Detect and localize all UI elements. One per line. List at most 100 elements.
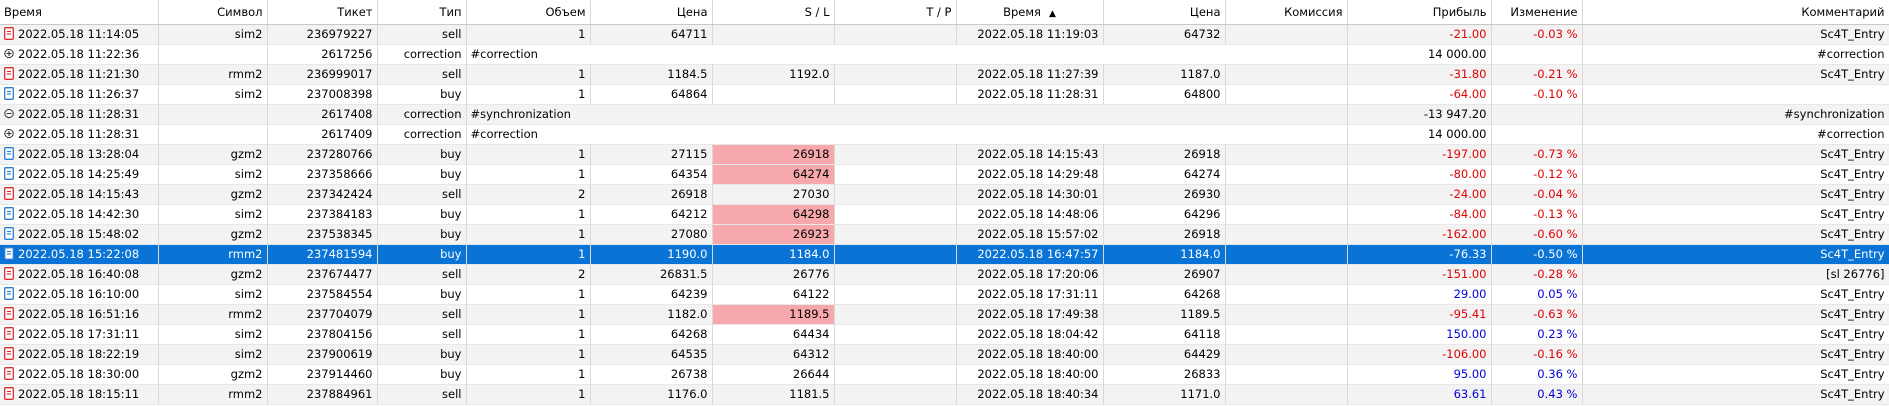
deposit-icon [4, 48, 14, 59]
cell-symbol [158, 44, 268, 64]
col-header-sl[interactable]: S / L [712, 0, 835, 25]
cell-change: 0.23 % [1491, 324, 1583, 344]
cell-tp [834, 304, 957, 324]
cell-ticket: 237804156 [267, 324, 378, 344]
cell-type: buy [377, 84, 467, 104]
cell-symbol [158, 104, 268, 124]
cell-type: buy [377, 224, 467, 244]
cell-time-open: 2022.05.18 16:10:00 [0, 284, 159, 304]
cell-type: sell [377, 24, 467, 44]
cell-profit: -21.00 [1347, 24, 1492, 44]
cell-change: -0.13 % [1491, 204, 1583, 224]
cell-tp [834, 324, 957, 344]
table-row[interactable]: 2022.05.18 18:22:19 sim2 237900619 buy 1 6453… [0, 344, 1889, 364]
cell-sl: 1181.5 [712, 384, 835, 404]
table-row[interactable]: 2022.05.18 16:10:00 sim2 237584554 buy 1 6423… [0, 284, 1889, 304]
table-row[interactable]: 2022.05.18 15:22:08 rmm2 237481594 buy 1 1190… [0, 244, 1889, 264]
cell-price-close: 1171.0 [1103, 384, 1226, 404]
cell-time-open: 2022.05.18 14:15:43 [0, 184, 159, 204]
table-row[interactable]: 2022.05.18 15:48:02 gzm2 237538345 buy 1 2708… [0, 224, 1889, 244]
cell-time-close: 2022.05.18 11:28:31 [956, 84, 1104, 104]
cell-time-close: 2022.05.18 11:19:03 [956, 24, 1104, 44]
col-header-symbol[interactable]: Символ [158, 0, 268, 25]
cell-time-close: 2022.05.18 18:40:00 [956, 344, 1104, 364]
table-row[interactable]: 2022.05.18 11:26:37 sim2 237008398 buy 1 6486… [0, 84, 1889, 104]
table-row[interactable]: 2022.05.18 13:28:04 gzm2 237280766 buy 1 2711… [0, 144, 1889, 164]
col-header-tp[interactable]: T / P [834, 0, 957, 25]
cell-comment: #synchronization [1582, 104, 1889, 124]
table-row[interactable]: 2022.05.18 11:22:36 2617256 correction #cor… [0, 44, 1889, 64]
table-row[interactable]: 2022.05.18 11:21:30 rmm2 236999017 sell 1 118… [0, 64, 1889, 84]
cell-time-close: 2022.05.18 18:40:34 [956, 384, 1104, 404]
cell-symbol: sim2 [158, 284, 268, 304]
cell-time-open: 2022.05.18 16:51:16 [0, 304, 159, 324]
cell-comment: Sc4T_Entry [1582, 144, 1889, 164]
sell-deal-icon [4, 27, 14, 40]
cell-comment: #correction [1582, 44, 1889, 64]
sell-deal-icon [4, 347, 14, 360]
cell-symbol: sim2 [158, 204, 268, 224]
col-header-price-open[interactable]: Цена [590, 0, 713, 25]
cell-symbol: sim2 [158, 344, 268, 364]
cell-tp [834, 164, 957, 184]
cell-type: sell [377, 64, 467, 84]
col-header-commission[interactable]: Комиссия [1225, 0, 1348, 25]
withdrawal-icon [4, 108, 14, 119]
cell-price-open: 26831.5 [590, 264, 713, 284]
cell-commission [1225, 164, 1348, 184]
col-header-change[interactable]: Изменение [1491, 0, 1583, 25]
cell-price-close: 64118 [1103, 324, 1226, 344]
cell-profit: -31.80 [1347, 64, 1492, 84]
table-row[interactable]: 2022.05.18 17:31:11 sim2 237804156 sell 1 642… [0, 324, 1889, 344]
table-row[interactable]: 2022.05.18 14:15:43 gzm2 237342424 sell 2 269… [0, 184, 1889, 204]
cell-symbol: gzm2 [158, 224, 268, 244]
cell-profit: -162.00 [1347, 224, 1492, 244]
cell-volume: 1 [466, 244, 591, 264]
col-header-ticket[interactable]: Тикет [267, 0, 378, 25]
col-header-time-open[interactable]: Время [0, 0, 159, 25]
col-header-volume[interactable]: Объем [466, 0, 591, 25]
cell-tp [834, 64, 957, 84]
col-header-time-close[interactable]: Время ▲ [956, 0, 1104, 25]
cell-tp [834, 144, 957, 164]
table-row[interactable]: 2022.05.18 16:51:16 rmm2 237704079 sell 1 118… [0, 304, 1889, 324]
cell-change: -0.04 % [1491, 184, 1583, 204]
col-header-profit[interactable]: Прибыль [1347, 0, 1492, 25]
cell-profit: 95.00 [1347, 364, 1492, 384]
cell-volume: 1 [466, 364, 591, 384]
cell-sl: 27030 [712, 184, 835, 204]
time-open-text: 2022.05.18 16:10:00 [18, 287, 140, 301]
cell-time-open: 2022.05.18 14:25:49 [0, 164, 159, 184]
table-row[interactable]: 2022.05.18 18:30:00 gzm2 237914460 buy 1 2673… [0, 364, 1889, 384]
cell-note: #correction [466, 44, 1348, 64]
table-row[interactable]: 2022.05.18 14:42:30 sim2 237384183 buy 1 6421… [0, 204, 1889, 224]
cell-ticket: 237384183 [267, 204, 378, 224]
time-open-text: 2022.05.18 18:15:11 [18, 387, 140, 401]
buy-deal-icon [4, 207, 14, 220]
table-row[interactable]: 2022.05.18 18:15:11 rmm2 237884961 sell 1 117… [0, 384, 1889, 404]
cell-symbol: gzm2 [158, 184, 268, 204]
cell-price-open: 1190.0 [590, 244, 713, 264]
cell-price-open: 1184.5 [590, 64, 713, 84]
time-open-text: 2022.05.18 18:30:00 [18, 367, 140, 381]
table-row[interactable]: 2022.05.18 16:40:08 gzm2 237674477 sell 2 268… [0, 264, 1889, 284]
cell-commission [1225, 384, 1348, 404]
col-header-comment[interactable]: Комментарий [1582, 0, 1889, 25]
time-open-text: 2022.05.18 14:42:30 [18, 207, 140, 221]
cell-ticket: 237008398 [267, 84, 378, 104]
cell-type: sell [377, 324, 467, 344]
table-row[interactable]: 2022.05.18 11:28:31 2617408 correction #syn… [0, 104, 1889, 124]
cell-price-close: 64268 [1103, 284, 1226, 304]
cell-volume: 1 [466, 84, 591, 104]
table-row[interactable]: 2022.05.18 11:14:05 sim2 236979227 sell 1 647… [0, 24, 1889, 44]
col-header-price-close[interactable]: Цена [1103, 0, 1226, 25]
col-header-type[interactable]: Тип [377, 0, 467, 25]
cell-symbol: rmm2 [158, 304, 268, 324]
cell-time-close: 2022.05.18 16:47:57 [956, 244, 1104, 264]
cell-note: #synchronization [466, 104, 1348, 124]
table-row[interactable]: 2022.05.18 11:28:31 2617409 correction #cor… [0, 124, 1889, 144]
cell-sl [712, 24, 835, 44]
cell-time-open: 2022.05.18 11:14:05 [0, 24, 159, 44]
table-row[interactable]: 2022.05.18 14:25:49 sim2 237358666 buy 1 6435… [0, 164, 1889, 184]
cell-price-close: 64274 [1103, 164, 1226, 184]
